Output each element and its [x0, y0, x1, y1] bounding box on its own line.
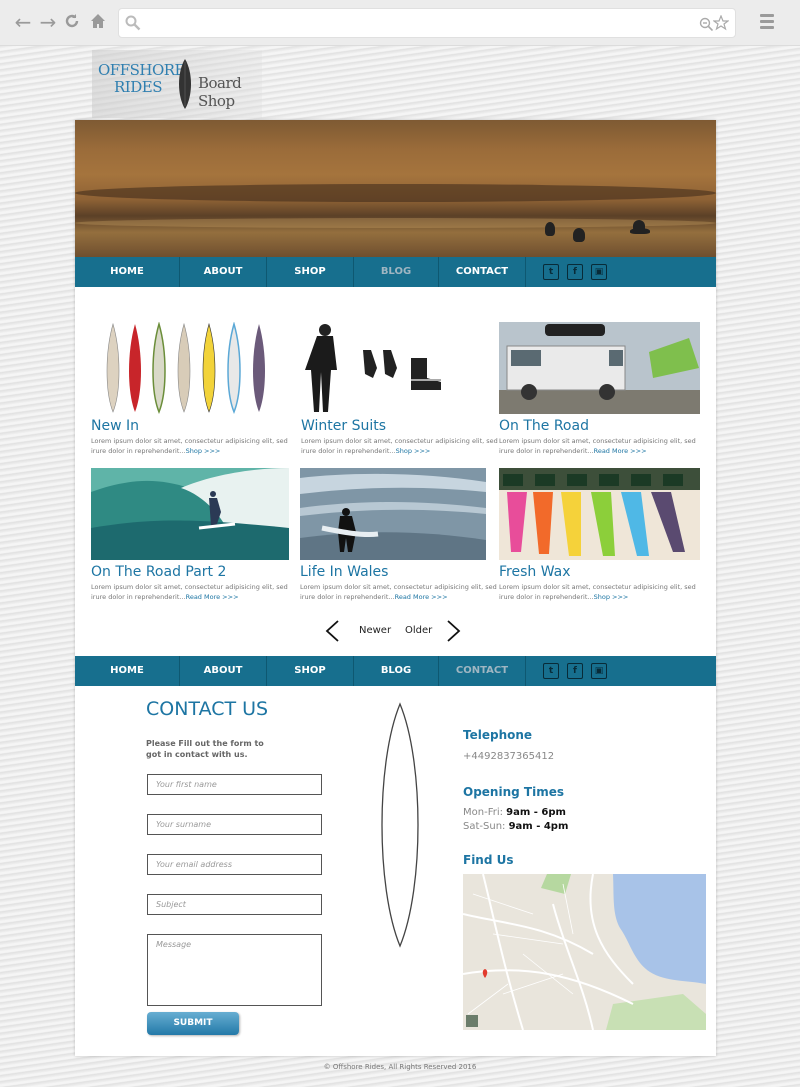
- post-thumbnail: [301, 322, 485, 414]
- telephone-heading: Telephone: [463, 728, 533, 742]
- hero-image: [75, 120, 716, 257]
- arrow-right-icon[interactable]: →: [37, 11, 59, 33]
- site-logo[interactable]: OFFSHORE RIDES Board Shop: [92, 50, 262, 118]
- logo-line1: OFFSHORE: [98, 61, 186, 79]
- read-more-link[interactable]: Read More >>>: [395, 593, 448, 601]
- post-thumbnail: [300, 468, 486, 560]
- post-thumbnail: [499, 322, 700, 414]
- post-excerpt: Lorem ipsum dolor sit amet, consectetur …: [499, 583, 696, 601]
- contact-intro: Please Fill out the form to got in conta…: [146, 739, 264, 759]
- surfboard-icon: [179, 59, 191, 109]
- newer-link[interactable]: Newer: [359, 625, 391, 636]
- nav-shop[interactable]: SHOP: [267, 656, 354, 686]
- nav-shop[interactable]: SHOP: [267, 257, 354, 287]
- reload-icon[interactable]: [61, 11, 83, 33]
- post-title[interactable]: On The Road: [499, 418, 589, 434]
- instagram-icon[interactable]: ▣: [591, 264, 607, 280]
- read-more-link[interactable]: Shop >>>: [186, 447, 221, 455]
- address-bar[interactable]: [118, 8, 736, 38]
- email-field[interactable]: Your email address: [147, 854, 322, 875]
- nav-home[interactable]: HOME: [75, 257, 180, 287]
- older-link[interactable]: Older: [405, 625, 432, 636]
- star-icon[interactable]: [712, 14, 730, 35]
- post-title[interactable]: On The Road Part 2: [91, 564, 226, 580]
- post-thumbnail: [499, 468, 700, 560]
- facebook-icon[interactable]: f: [567, 264, 583, 280]
- subject-field[interactable]: Subject: [147, 894, 322, 915]
- chevron-right-icon[interactable]: [447, 620, 461, 642]
- main-container: HOME ABOUT SHOP BLOG CONTACT t f ▣ New I…: [75, 120, 716, 1056]
- search-icon: [125, 15, 141, 35]
- surfboard-outline-icon: [381, 702, 419, 948]
- read-more-link[interactable]: Read More >>>: [186, 593, 239, 601]
- location-map[interactable]: [463, 874, 706, 1030]
- hamburger-menu-icon[interactable]: [760, 14, 774, 30]
- contact-title: CONTACT US: [146, 698, 269, 720]
- nav-blog[interactable]: BLOG: [354, 656, 439, 686]
- message-field[interactable]: Message: [147, 934, 322, 1006]
- footer-copyright: © Offshore Rides, All Rights Reserved 20…: [323, 1063, 477, 1071]
- read-more-link[interactable]: Read More >>>: [594, 447, 647, 455]
- read-more-link[interactable]: Shop >>>: [594, 593, 629, 601]
- instagram-icon[interactable]: ▣: [591, 663, 607, 679]
- chevron-left-icon[interactable]: [325, 620, 339, 642]
- secondary-nav: HOME ABOUT SHOP BLOG CONTACT t f ▣: [75, 656, 716, 686]
- nav-home[interactable]: HOME: [75, 656, 180, 686]
- telephone-number[interactable]: +4492837365412: [463, 751, 554, 762]
- nav-about[interactable]: ABOUT: [180, 656, 267, 686]
- nav-contact[interactable]: CONTACT: [439, 656, 526, 686]
- browser-toolbar: ← →: [0, 0, 800, 46]
- opening-times-heading: Opening Times: [463, 785, 564, 799]
- logo-line2: RIDES: [114, 78, 162, 96]
- nav-contact[interactable]: CONTACT: [439, 257, 526, 287]
- logo-text: OFFSHORE RIDES: [98, 61, 186, 96]
- post-excerpt: Lorem ipsum dolor sit amet, consectetur …: [91, 437, 288, 455]
- main-nav: HOME ABOUT SHOP BLOG CONTACT t f ▣: [75, 257, 716, 287]
- zoom-icon[interactable]: [699, 16, 714, 35]
- post-title[interactable]: Fresh Wax: [499, 564, 571, 580]
- post-excerpt: Lorem ipsum dolor sit amet, consectetur …: [301, 437, 498, 455]
- nav-blog[interactable]: BLOG: [354, 257, 439, 287]
- submit-button[interactable]: SUBMIT: [147, 1012, 239, 1035]
- nav-about[interactable]: ABOUT: [180, 257, 267, 287]
- logo-tagline: Board Shop: [198, 74, 242, 110]
- surname-field[interactable]: Your surname: [147, 814, 322, 835]
- post-thumbnail: [91, 468, 289, 560]
- find-us-heading: Find Us: [463, 853, 514, 867]
- home-icon[interactable]: [87, 11, 109, 33]
- twitter-icon[interactable]: t: [543, 264, 559, 280]
- first-name-field[interactable]: Your first name: [147, 774, 322, 795]
- read-more-link[interactable]: Shop >>>: [396, 447, 431, 455]
- post-title[interactable]: Winter Suits: [301, 418, 386, 434]
- post-title[interactable]: Life In Wales: [300, 564, 388, 580]
- hours-row: Sat-Sun: 9am - 4pm: [463, 821, 569, 832]
- hours-row: Mon-Fri: 9am - 6pm: [463, 807, 566, 818]
- post-excerpt: Lorem ipsum dolor sit amet, consectetur …: [300, 583, 497, 601]
- post-thumbnail: [91, 322, 275, 414]
- facebook-icon[interactable]: f: [567, 663, 583, 679]
- post-title[interactable]: New In: [91, 418, 139, 434]
- post-excerpt: Lorem ipsum dolor sit amet, consectetur …: [499, 437, 696, 455]
- arrow-left-icon[interactable]: ←: [12, 11, 34, 33]
- post-excerpt: Lorem ipsum dolor sit amet, consectetur …: [91, 583, 288, 601]
- twitter-icon[interactable]: t: [543, 663, 559, 679]
- pagination: Newer Older: [325, 620, 475, 642]
